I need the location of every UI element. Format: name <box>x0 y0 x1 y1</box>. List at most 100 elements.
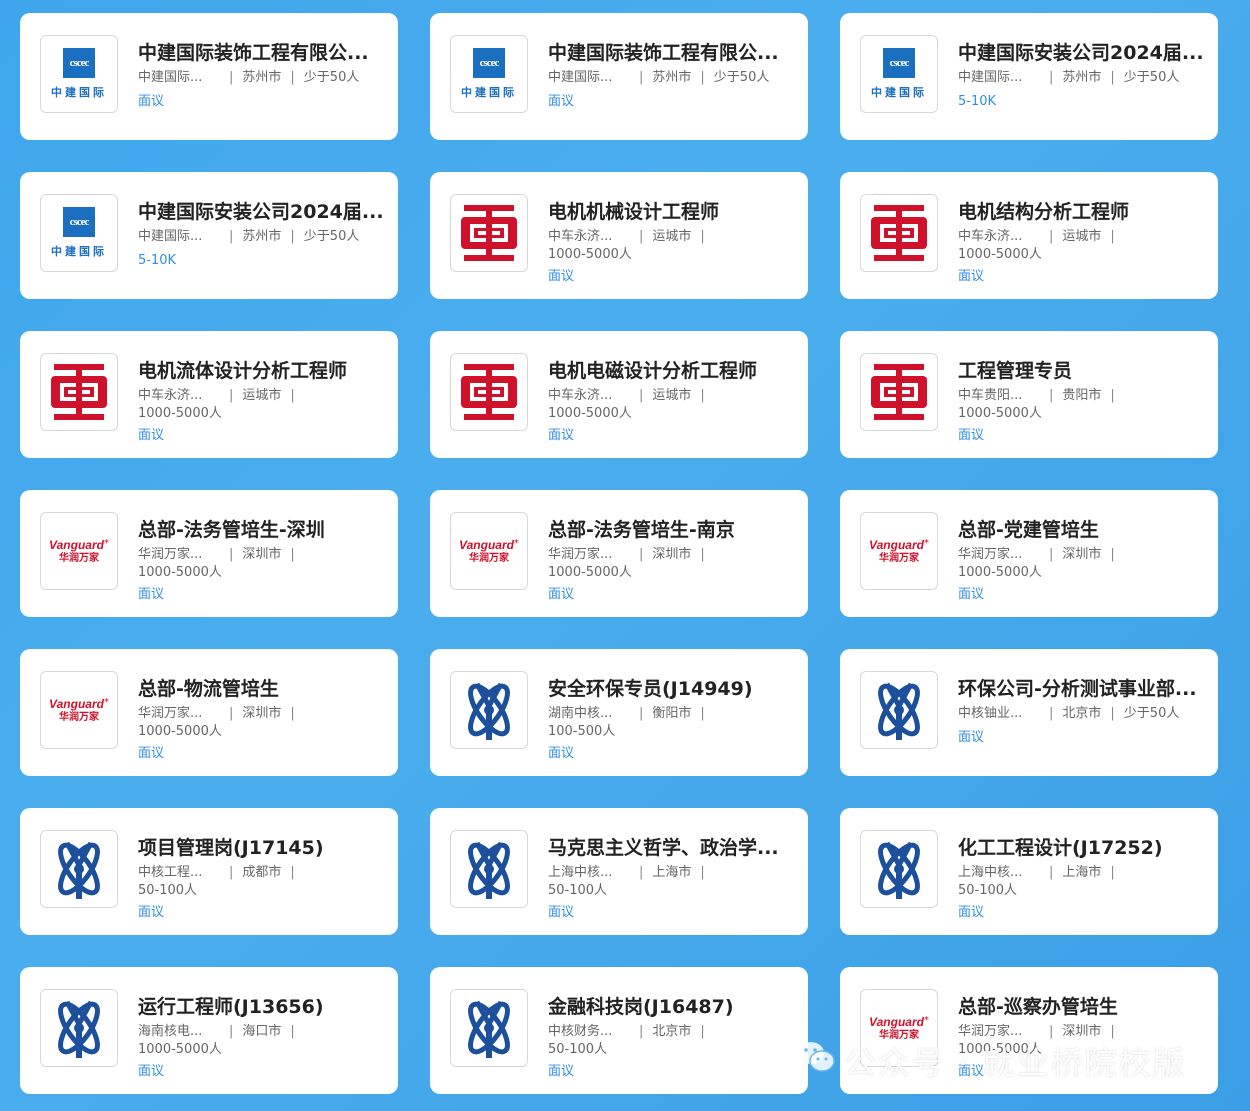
job-title[interactable]: 项目管理岗(J17145) <box>138 834 388 862</box>
job-meta: 上海中核... | 上海市 | 50-100人 <box>548 864 798 900</box>
job-meta: 上海中核... | 上海市 | 50-100人 <box>958 864 1208 900</box>
separator: | <box>700 229 705 244</box>
job-card[interactable]: Vanguard* 华润万家 总部-物流管培生 华润万家... | 深圳市 | 1000-50… <box>20 649 398 776</box>
job-title[interactable]: 中建国际安装公司2024届... <box>958 39 1208 67</box>
city: 深圳市 <box>1062 547 1102 562</box>
job-title[interactable]: 安全环保专员(J14949) <box>548 675 798 703</box>
job-card[interactable]: 电机机械设计工程师 中车永济... | 运城市 | 1000-5000人 面议 <box>430 172 808 299</box>
job-info: 中建国际安装公司2024届... 中建国际... | 苏州市 | 少于50人 5-10K <box>138 198 388 270</box>
job-title[interactable]: 工程管理专员 <box>958 357 1208 385</box>
job-meta: 湖南中核... | 衡阳市 | 100-500人 <box>548 705 798 741</box>
separator: | <box>1049 388 1054 403</box>
job-title[interactable]: 金融科技岗(J16487) <box>548 993 798 1021</box>
separator: | <box>1110 865 1115 880</box>
separator: | <box>290 865 295 880</box>
separator: | <box>639 865 644 880</box>
company-size: 1000-5000人 <box>958 565 1042 580</box>
separator: | <box>1049 865 1054 880</box>
city: 贵阳市 <box>1062 388 1102 403</box>
job-card[interactable]: 金融科技岗(J16487) 中核财务... | 北京市 | 50-100人 面议 <box>430 967 808 1094</box>
city: 苏州市 <box>1062 70 1102 85</box>
job-info: 总部-法务管培生-南京 华润万家... | 深圳市 | 1000-5000人 面议 <box>548 516 798 604</box>
company-size: 50-100人 <box>138 883 198 898</box>
cscec-logo: cscec 中建国际 <box>51 207 107 259</box>
job-card[interactable]: cscec 中建国际 中建国际安装公司2024届... 中建国际... | 苏州市 | 少于5… <box>840 13 1218 140</box>
company-size: 1000-5000人 <box>548 406 632 421</box>
company-size: 少于50人 <box>303 70 360 85</box>
job-title[interactable]: 中建国际装饰工程有限公... <box>548 39 798 67</box>
company-logo: Vanguard* 华润万家 <box>40 671 118 749</box>
company-size: 1000-5000人 <box>958 406 1042 421</box>
cnnc-atom-logo <box>878 841 920 899</box>
separator: | <box>1049 547 1054 562</box>
job-card[interactable]: Vanguard* 华润万家 总部-法务管培生-深圳 华润万家... | 深圳市 | 1000… <box>20 490 398 617</box>
job-card[interactable]: cscec 中建国际 中建国际装饰工程有限公... 中建国际... | 苏州市 | 少于50人… <box>430 13 808 140</box>
vanguard-logo: Vanguard* 华润万家 <box>49 696 109 723</box>
city: 深圳市 <box>242 706 282 721</box>
job-card[interactable]: 环保公司-分析测试事业部... 中核铀业... | 北京市 | 少于50人 面议 <box>840 649 1218 776</box>
job-card[interactable]: Vanguard* 华润万家 总部-党建管培生 华润万家... | 深圳市 | 1000-50… <box>840 490 1218 617</box>
company-name: 中车永济... <box>548 388 613 403</box>
job-meta: 中核铀业... | 北京市 | 少于50人 <box>958 705 1208 723</box>
job-title[interactable]: 运行工程师(J13656) <box>138 993 388 1021</box>
job-title[interactable]: 总部-法务管培生-南京 <box>548 516 798 544</box>
separator: | <box>700 388 705 403</box>
company-logo <box>860 830 938 908</box>
job-title[interactable]: 总部-巡察办管培生 <box>958 993 1208 1021</box>
job-card[interactable]: 项目管理岗(J17145) 中核工程... | 成都市 | 50-100人 面议 <box>20 808 398 935</box>
job-meta: 中建国际... | 苏州市 | 少于50人 <box>138 69 388 87</box>
city: 海口市 <box>242 1024 282 1039</box>
job-title[interactable]: 中建国际安装公司2024届... <box>138 198 388 226</box>
salary: 面议 <box>548 905 575 920</box>
separator: | <box>229 229 234 244</box>
job-title[interactable]: 总部-法务管培生-深圳 <box>138 516 388 544</box>
job-title[interactable]: 电机机械设计工程师 <box>548 198 798 226</box>
job-title[interactable]: 电机流体设计分析工程师 <box>138 357 388 385</box>
job-card[interactable]: cscec 中建国际 中建国际安装公司2024届... 中建国际... | 苏州市 | 少于5… <box>20 172 398 299</box>
job-meta: 中建国际... | 苏州市 | 少于50人 <box>958 69 1208 87</box>
job-info: 中建国际装饰工程有限公... 中建国际... | 苏州市 | 少于50人 面议 <box>548 39 798 111</box>
company-size: 1000-5000人 <box>958 247 1042 262</box>
job-info: 安全环保专员(J14949) 湖南中核... | 衡阳市 | 100-500人面议 <box>548 675 798 763</box>
job-card[interactable]: 化工工程设计(J17252) 上海中核... | 上海市 | 50-100人 面议 <box>840 808 1218 935</box>
city: 成都市 <box>242 865 282 880</box>
job-card[interactable]: Vanguard* 华润万家 总部-法务管培生-南京 华润万家... | 深圳市 | 1000… <box>430 490 808 617</box>
job-title[interactable]: 总部-物流管培生 <box>138 675 388 703</box>
company-name: 上海中核... <box>548 865 613 880</box>
job-title[interactable]: 化工工程设计(J17252) <box>958 834 1208 862</box>
watermark-text: 公众号 · 就业桥院校版 <box>844 1044 1187 1082</box>
job-card[interactable]: 运行工程师(J13656) 海南核电... | 海口市 | 1000-5000人 面议 <box>20 967 398 1094</box>
company-size: 50-100人 <box>548 1042 608 1057</box>
job-card[interactable]: 马克思主义哲学、政治学... 上海中核... | 上海市 | 50-100人 面议 <box>430 808 808 935</box>
company-logo <box>450 194 528 272</box>
job-title[interactable]: 电机电磁设计分析工程师 <box>548 357 798 385</box>
vanguard-logo: Vanguard* 华润万家 <box>49 537 109 564</box>
job-title[interactable]: 环保公司-分析测试事业部... <box>958 675 1208 703</box>
job-card[interactable]: 工程管理专员 中车贵阳... | 贵阳市 | 1000-5000人 面议 <box>840 331 1218 458</box>
separator: | <box>639 388 644 403</box>
city: 苏州市 <box>652 70 692 85</box>
company-name: 上海中核... <box>958 865 1023 880</box>
cnnc-atom-logo <box>468 1000 510 1058</box>
job-card[interactable]: cscec 中建国际 中建国际装饰工程有限公... 中建国际... | 苏州市 | 少于50人… <box>20 13 398 140</box>
job-meta: 中建国际... | 苏州市 | 少于50人 <box>138 228 388 246</box>
job-meta: 中建国际... | 苏州市 | 少于50人 <box>548 69 798 87</box>
salary: 面议 <box>958 428 985 443</box>
job-card[interactable]: 电机结构分析工程师 中车永济... | 运城市 | 1000-5000人 面议 <box>840 172 1218 299</box>
job-card[interactable]: 电机电磁设计分析工程师 中车永济... | 运城市 | 1000-5000人 面议 <box>430 331 808 458</box>
salary: 面议 <box>548 428 575 443</box>
job-title[interactable]: 电机结构分析工程师 <box>958 198 1208 226</box>
job-title[interactable]: 中建国际装饰工程有限公... <box>138 39 388 67</box>
job-title[interactable]: 总部-党建管培生 <box>958 516 1208 544</box>
job-title[interactable]: 马克思主义哲学、政治学... <box>548 834 798 862</box>
separator: | <box>290 706 295 721</box>
company-logo: Vanguard* 华润万家 <box>40 512 118 590</box>
job-card[interactable]: 电机流体设计分析工程师 中车永济... | 运城市 | 1000-5000人 面议 <box>20 331 398 458</box>
separator: | <box>229 388 234 403</box>
salary: 面议 <box>548 746 575 761</box>
job-card[interactable]: 安全环保专员(J14949) 湖南中核... | 衡阳市 | 100-500人面议 <box>430 649 808 776</box>
city: 运城市 <box>1062 229 1102 244</box>
job-info: 电机电磁设计分析工程师 中车永济... | 运城市 | 1000-5000人 面议 <box>548 357 798 445</box>
company-size: 1000-5000人 <box>138 724 222 739</box>
company-size: 少于50人 <box>303 229 360 244</box>
